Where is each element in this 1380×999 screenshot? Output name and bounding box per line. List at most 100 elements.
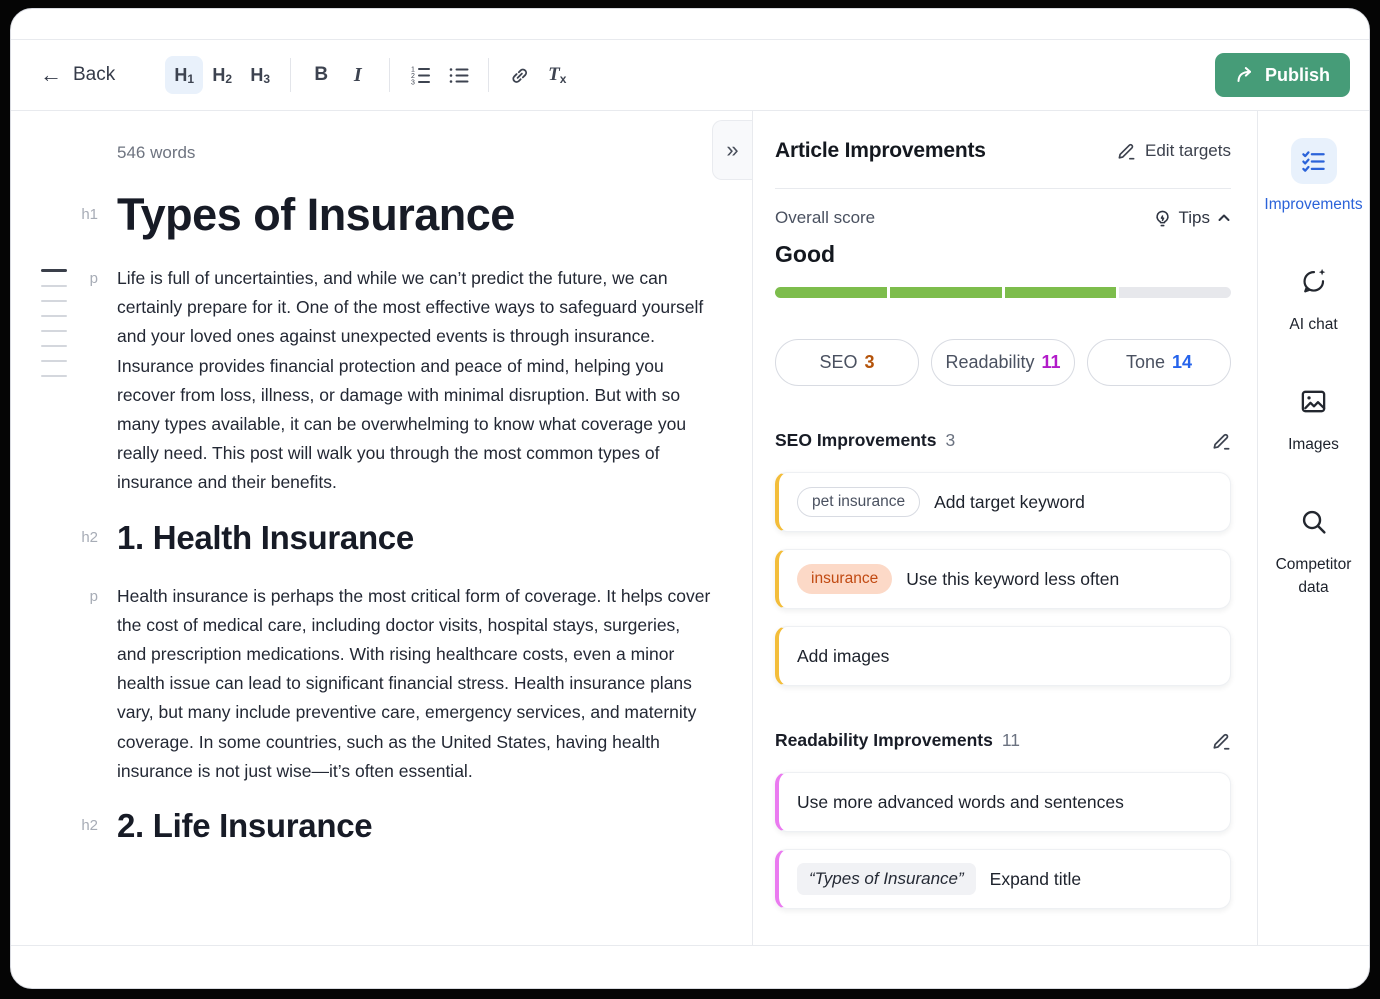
sidebar-item-ai-chat[interactable]: AI chat <box>1258 258 1369 336</box>
block-text: Types of Insurance <box>117 187 711 243</box>
sidebar-item-label: Competitor data <box>1266 553 1362 599</box>
improvement-card[interactable]: insuranceUse this keyword less often <box>775 549 1231 609</box>
pill-count: 14 <box>1172 352 1192 373</box>
h3-button[interactable]: H3 <box>241 56 279 94</box>
pencil-icon[interactable] <box>1211 731 1231 751</box>
h2-button[interactable]: H2 <box>203 56 241 94</box>
h2-sub-label: 2 <box>225 72 232 86</box>
format-button-groups: H1H2H3BI123Tx <box>165 56 576 94</box>
overall-score-label: Overall score <box>775 208 875 228</box>
pencil-icon[interactable] <box>1211 431 1231 451</box>
document-outline-minimap[interactable] <box>41 269 67 390</box>
block-type-label: h1 <box>11 187 117 243</box>
ordered-list-button[interactable]: 123 <box>401 56 439 94</box>
sidebar-item-competitor-data[interactable]: Competitor data <box>1258 498 1369 599</box>
edit-targets-button[interactable]: Edit targets <box>1116 141 1231 161</box>
keyword-tag: pet insurance <box>797 487 920 517</box>
clear-format-sub: x <box>560 72 567 86</box>
bullet-list-icon <box>447 64 470 87</box>
publish-button[interactable]: Publish <box>1215 53 1350 97</box>
sidebar-item-improvements[interactable]: Improvements <box>1258 138 1369 216</box>
chevron-up-icon <box>1217 211 1231 225</box>
tips-toggle[interactable]: Tips <box>1153 208 1232 228</box>
window-bottom-strip <box>11 945 1369 988</box>
score-category-pills: SEO3 Readability11 Tone 14 <box>775 339 1231 386</box>
link-icon <box>509 65 530 86</box>
bullet-list-button[interactable] <box>439 56 477 94</box>
minimap-line <box>41 315 67 317</box>
improvement-text: Expand title <box>990 869 1081 890</box>
link-button[interactable] <box>500 56 538 94</box>
italic-button[interactable]: I <box>340 56 378 94</box>
minimap-line <box>41 360 67 362</box>
toolbar-divider <box>290 58 291 92</box>
section-count: 11 <box>1002 730 1020 751</box>
block-type-label: p <box>11 582 117 786</box>
minimap-line <box>41 269 67 272</box>
readability-score-pill[interactable]: Readability11 <box>931 339 1075 386</box>
tips-label: Tips <box>1179 208 1211 228</box>
bold-glyph: B <box>314 64 328 86</box>
clear-format-icon: T <box>548 64 560 86</box>
section-header: Readability Improvements11 <box>775 730 1231 751</box>
app-window: ← Back H1H2H3BI123Tx Publish 546 words h… <box>10 8 1370 989</box>
toolbar-divider <box>389 58 390 92</box>
window-top-strip <box>11 9 1369 40</box>
progress-segment-filled <box>890 287 1002 298</box>
h1-label: H <box>174 65 187 86</box>
overall-score-value: Good <box>775 241 1231 268</box>
improvement-card[interactable]: pet insurance Add target keyword <box>775 472 1231 532</box>
document-editor[interactable]: 546 words h1Types of Insurance pLife is f… <box>11 111 753 945</box>
editor-block-p[interactable]: pLife is full of uncertainties, and whil… <box>11 264 752 498</box>
h1-button[interactable]: H1 <box>165 56 203 94</box>
editor-block-p[interactable]: pHealth insurance is perhaps the most cr… <box>11 582 752 786</box>
h2-label: H <box>212 65 225 86</box>
improvement-sections: SEO Improvements3 pet insurance Add target… <box>775 430 1231 909</box>
block-text: 1. Health Insurance <box>117 515 711 561</box>
images-icon <box>1291 378 1337 424</box>
clear-format-button[interactable]: Tx <box>538 56 576 94</box>
improvement-card[interactable]: Add images <box>775 626 1231 686</box>
panel-title: Article Improvements <box>775 139 986 163</box>
ordered-list-icon: 123 <box>409 64 432 87</box>
edit-targets-label: Edit targets <box>1145 141 1231 161</box>
keyword-tag: insurance <box>797 564 892 594</box>
h3-label: H <box>250 65 263 86</box>
keyword-tag: “Types of Insurance” <box>797 863 976 895</box>
editor-block-h2[interactable]: h21. Health Insurance <box>11 515 752 561</box>
minimap-line <box>41 285 67 287</box>
competitor-search-icon <box>1291 498 1337 544</box>
minimap-line <box>41 330 67 332</box>
pill-label: Tone <box>1126 352 1165 373</box>
back-button[interactable]: ← Back <box>30 58 125 92</box>
divider <box>775 188 1231 189</box>
block-text: 2. Life Insurance <box>117 803 711 849</box>
editor-block-h1[interactable]: h1Types of Insurance <box>11 187 752 243</box>
section-header: SEO Improvements3 <box>775 430 1231 451</box>
toolbar-divider <box>488 58 489 92</box>
bold-button[interactable]: B <box>302 56 340 94</box>
collapse-panel-button[interactable]: » <box>712 120 752 180</box>
editor-block-h2[interactable]: h22. Life Insurance <box>11 803 752 849</box>
h3-sub-label: 3 <box>263 72 270 86</box>
seo-score-pill[interactable]: SEO3 <box>775 339 919 386</box>
improvement-card[interactable]: Use more advanced words and sentences <box>775 772 1231 832</box>
tone-score-pill[interactable]: Tone 14 <box>1087 339 1231 386</box>
improvement-text: Add target keyword <box>934 492 1085 513</box>
progress-segment-empty <box>1119 287 1231 298</box>
score-progress-bar <box>775 287 1231 298</box>
minimap-line <box>41 375 67 377</box>
publish-arrow-icon <box>1235 65 1255 85</box>
block-type-label: h2 <box>11 803 117 849</box>
chevrons-right-icon: » <box>726 137 738 163</box>
pill-label: SEO <box>819 352 857 373</box>
improvement-card[interactable]: “Types of Insurance” Expand title <box>775 849 1231 909</box>
editor-blocks: h1Types of Insurance pLife is full of unc… <box>11 187 752 849</box>
right-sidebar: Improvements AI chat Images Competitor data <box>1258 111 1369 945</box>
italic-glyph: I <box>354 64 365 87</box>
word-count: 546 words <box>117 143 752 163</box>
minimap-line <box>41 300 67 302</box>
main-area: 546 words h1Types of Insurance pLife is f… <box>11 111 1369 945</box>
sidebar-item-images[interactable]: Images <box>1258 378 1369 456</box>
lightbulb-icon <box>1153 209 1172 228</box>
